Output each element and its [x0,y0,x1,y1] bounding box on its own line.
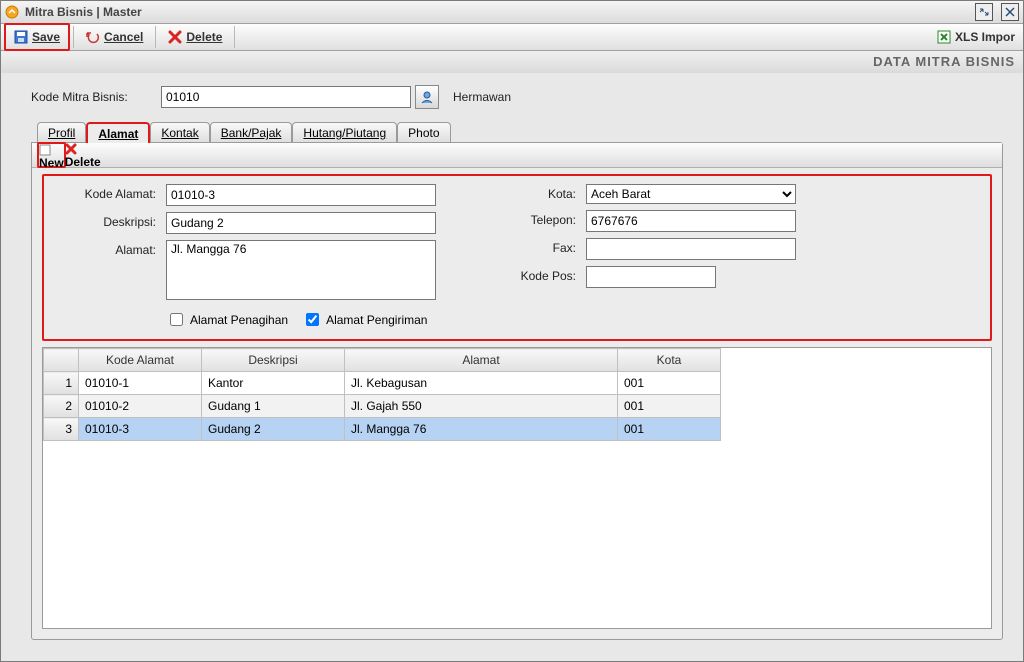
tab-kontak[interactable]: Kontak [150,122,209,143]
fax-label: Fax: [476,238,586,255]
penagihan-check[interactable] [170,313,183,326]
detach-window-icon[interactable] [975,3,993,21]
tab-body: New Delete Kode Alamat: [31,142,1003,640]
kode-mitra-row: Kode Mitra Bisnis: Hermawan [31,85,1003,109]
pengiriman-check[interactable] [306,313,319,326]
kode-mitra-input[interactable] [161,86,411,108]
save-button-label: Save [32,30,60,44]
alamat-pengiriman-checkbox[interactable]: Alamat Pengiriman [302,310,427,329]
col-alamat[interactable]: Alamat [345,349,618,372]
deskripsi-label: Deskripsi: [56,212,166,229]
app-window: Mitra Bisnis | Master Save Cancel [0,0,1024,662]
tab-hutang-piutang[interactable]: Hutang/Piutang [292,122,397,143]
tab-photo[interactable]: Photo [397,122,450,143]
alamat-table-wrap: Kode Alamat Deskripsi Alamat Kota 101010… [42,347,992,629]
telepon-input[interactable] [586,210,796,232]
alamat-label: Alamat: [56,240,166,257]
col-kode-alamat[interactable]: Kode Alamat [79,349,202,372]
main-toolbar: Save Cancel Delete XLS Impor [1,24,1023,51]
cancel-button[interactable]: Cancel [78,24,151,50]
save-button[interactable]: Save [4,23,70,51]
delete-icon [168,30,182,44]
lookup-button[interactable] [415,85,439,109]
excel-icon [937,30,951,44]
title-bar: Mitra Bisnis | Master [1,1,1023,24]
tab-bank-pajak[interactable]: Bank/Pajak [210,122,293,143]
content-area: Kode Mitra Bisnis: Hermawan Profil Alama… [1,73,1023,661]
mitra-name: Hermawan [453,90,511,104]
kota-select[interactable]: Aceh Barat [586,184,796,204]
fax-input[interactable] [586,238,796,260]
xls-impor-button[interactable]: XLS Impor [929,24,1023,50]
inner-delete-label: Delete [65,155,101,169]
tab-strip: Profil Alamat Kontak Bank/Pajak Hutang/P… [31,121,1003,142]
inner-delete-button[interactable]: Delete [65,143,101,167]
telepon-label: Telepon: [476,210,586,227]
kodepos-label: Kode Pos: [476,266,586,283]
app-icon [5,5,19,19]
table-row[interactable]: 301010-3Gudang 2Jl. Mangga 76001 [44,418,721,441]
delete-icon [65,143,101,155]
window-title: Mitra Bisnis | Master [25,5,975,19]
xls-impor-label: XLS Impor [955,30,1015,44]
inner-toolbar: New Delete [32,143,1002,168]
alamat-penagihan-checkbox[interactable]: Alamat Penagihan [166,310,288,329]
table-row[interactable]: 201010-2Gudang 1Jl. Gajah 550001 [44,395,721,418]
close-window-icon[interactable] [1001,3,1019,21]
kode-mitra-label: Kode Mitra Bisnis: [31,90,161,104]
new-button-label: New [39,156,64,170]
kota-label: Kota: [476,184,586,201]
alamat-input[interactable]: Jl. Mangga 76 [166,240,436,300]
alamat-table[interactable]: Kode Alamat Deskripsi Alamat Kota 101010… [43,348,721,441]
undo-icon [86,30,100,44]
kode-alamat-label: Kode Alamat: [56,184,166,201]
cancel-button-label: Cancel [104,30,143,44]
kode-alamat-input[interactable] [166,184,436,206]
col-kota[interactable]: Kota [618,349,721,372]
col-deskripsi[interactable]: Deskripsi [202,349,345,372]
tab-profil[interactable]: Profil [37,122,86,143]
deskripsi-input[interactable] [166,212,436,234]
alamat-form: Kode Alamat: Deskripsi: Alamat: Jl. Mang… [42,174,992,341]
delete-button-label: Delete [186,30,222,44]
person-icon [420,90,434,104]
window-controls [975,3,1019,21]
new-icon [39,144,64,156]
new-button[interactable]: New [37,142,66,168]
tab-alamat[interactable]: Alamat [86,122,150,143]
delete-button[interactable]: Delete [160,24,230,50]
save-icon [14,30,28,44]
kodepos-input[interactable] [586,266,716,288]
table-row[interactable]: 101010-1KantorJl. Kebagusan001 [44,372,721,395]
